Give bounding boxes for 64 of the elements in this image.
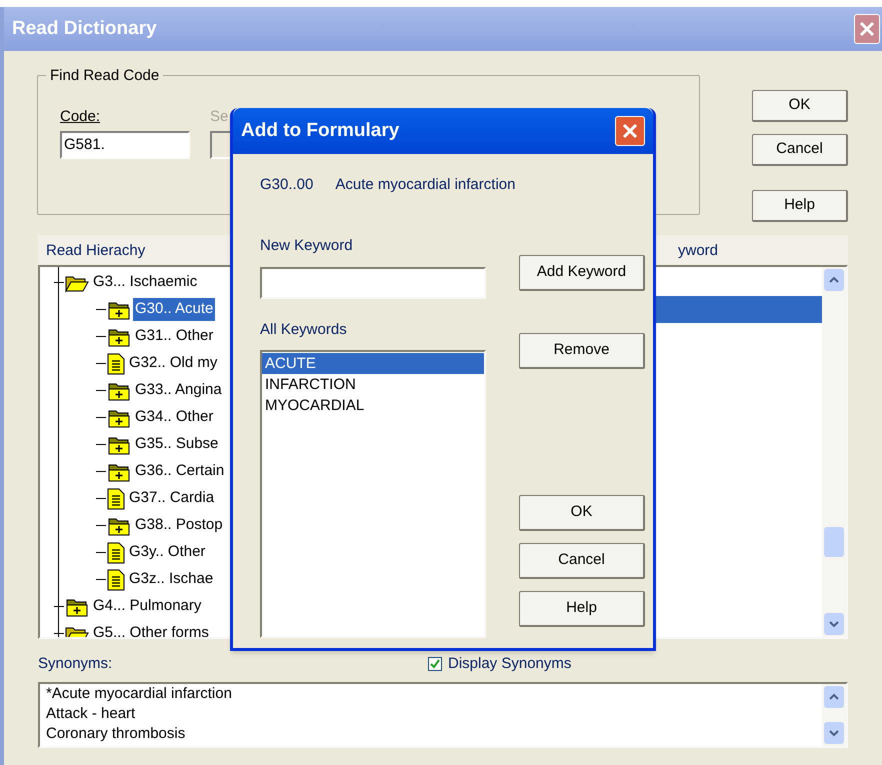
close-button[interactable] (615, 116, 645, 146)
folder-plus-icon (107, 434, 131, 454)
checkmark-icon (430, 659, 440, 670)
chevron-up-icon (829, 692, 839, 700)
formulary-code: G30..00 (260, 175, 314, 195)
scroll-down-button[interactable] (824, 613, 844, 635)
synonyms-label: Synonyms: (38, 654, 114, 674)
folder-plus-icon (107, 516, 131, 536)
formulary-description: Acute myocardial infarction (335, 175, 516, 195)
tree-item[interactable]: G3... Ischaemic (91, 271, 200, 294)
new-keyword-label: New Keyword (260, 236, 354, 256)
add-keyword-button[interactable]: Add Keyword (519, 254, 645, 290)
folder-plus-icon (107, 326, 131, 346)
scroll-thumb[interactable] (824, 527, 844, 557)
synonym-item[interactable]: *Acute myocardial infarction (46, 684, 822, 704)
keyword-item[interactable]: INFARCTION (262, 374, 484, 394)
display-synonyms-checkbox[interactable] (428, 657, 442, 672)
close-icon (859, 21, 875, 37)
tree-item[interactable]: G34.. Other (133, 406, 216, 429)
tree-item[interactable]: G38.. Postop (133, 514, 225, 537)
tree-item[interactable]: G33.. Angina (133, 379, 224, 402)
remove-button[interactable]: Remove (519, 332, 645, 368)
folder-plus-icon (107, 380, 131, 400)
tree-item[interactable]: G37.. Cardia (127, 487, 216, 510)
keyword-item[interactable]: MYOCARDIAL (262, 394, 484, 416)
folder-plus-icon (65, 596, 89, 616)
search-label: Se (210, 107, 230, 127)
tree-item[interactable]: G30.. Acute (133, 298, 216, 321)
chevron-down-icon (829, 728, 839, 736)
scroll-up-button[interactable] (824, 269, 844, 291)
keyword-header: yword (678, 240, 719, 260)
close-icon (622, 123, 638, 139)
tree-item[interactable]: G31.. Other (133, 325, 216, 348)
tree-item[interactable]: G36.. Certain (133, 460, 226, 483)
tree-item[interactable]: G4... Pulmonary (91, 595, 204, 618)
dialog-button[interactable]: Help (519, 590, 645, 626)
new-keyword-field[interactable] (260, 267, 486, 299)
tree-item[interactable]: G32.. Old my (127, 352, 220, 375)
all-keywords-label: All Keywords (260, 320, 348, 340)
tree-item[interactable]: G3z.. Ischae (127, 568, 216, 591)
dialog-button[interactable]: OK (519, 494, 645, 530)
folder-plus-icon (107, 462, 131, 482)
dialog-button[interactable]: Cancel (519, 542, 645, 578)
dialog-button[interactable]: Help (752, 190, 848, 222)
dialog-button[interactable]: Cancel (752, 134, 848, 166)
display-synonyms-label: Display Synonyms (448, 654, 572, 674)
dialog-button[interactable]: OK (752, 90, 848, 122)
window-title: Read Dictionary (12, 16, 157, 41)
hierarchy-header: Read Hierachy (45, 240, 146, 260)
scroll-up-button[interactable] (824, 686, 844, 708)
folder-plus-icon (107, 408, 131, 428)
folder-plus-icon (107, 300, 131, 320)
code-field[interactable]: G581. (60, 130, 190, 158)
tree-item[interactable]: G3y.. Other (127, 541, 208, 564)
chevron-down-icon (829, 620, 839, 628)
synonym-item[interactable]: Attack - heart (46, 704, 822, 724)
synonym-item[interactable]: Coronary thrombosis (46, 724, 822, 744)
tree-item[interactable]: G35.. Subse (133, 433, 220, 456)
dialog-title: Add to Formulary (241, 118, 400, 143)
close-button[interactable] (854, 14, 880, 44)
chevron-up-icon (829, 276, 839, 284)
code-label: Code: (60, 107, 102, 127)
keyword-item[interactable]: ACUTE (262, 352, 484, 374)
scroll-down-button[interactable] (824, 722, 844, 744)
